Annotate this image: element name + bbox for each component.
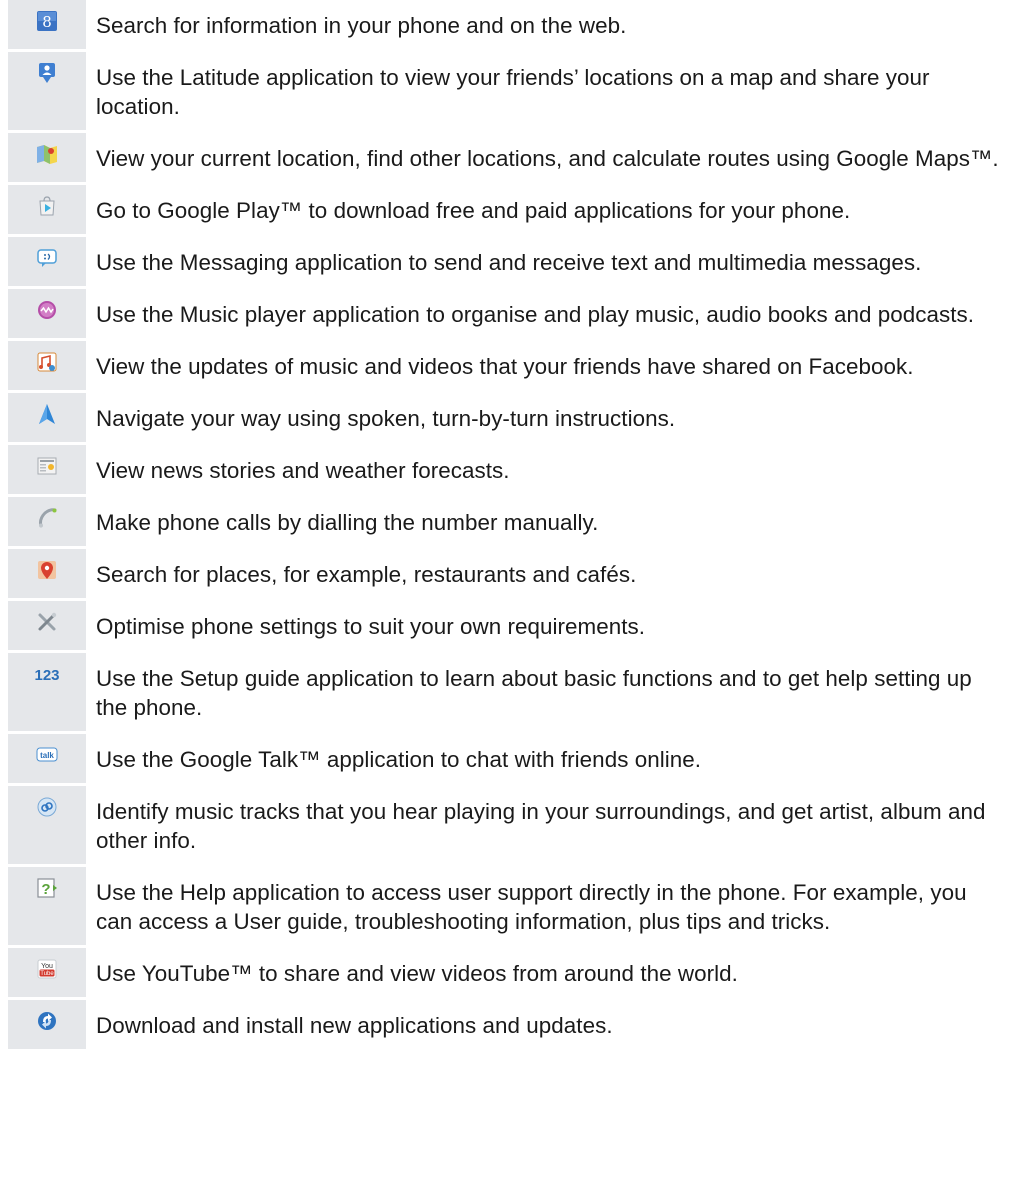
table-row: 123 Use the Setup guide application to l… xyxy=(8,653,1018,734)
icon-cell xyxy=(8,601,86,650)
icon-cell xyxy=(8,1000,86,1049)
row-description: Optimise phone settings to suit your own… xyxy=(96,614,646,639)
icon-cell xyxy=(8,786,86,864)
table-row: talk Use the Google Talk™ application to… xyxy=(8,734,1018,786)
svg-text:Tube: Tube xyxy=(40,971,54,977)
table-row: Search for places, for example, restaura… xyxy=(8,549,1018,601)
phone-icon xyxy=(39,508,57,528)
icon-cell: You Tube xyxy=(8,948,86,997)
table-row: 8 Search for information in your phone a… xyxy=(8,0,1018,52)
row-description: Use the Latitude application to view you… xyxy=(96,65,930,119)
icon-cell xyxy=(8,393,86,442)
table-row: Optimise phone settings to suit your own… xyxy=(8,601,1018,653)
table-row: Use the Messaging application to send an… xyxy=(8,237,1018,289)
icon-cell: talk xyxy=(8,734,86,783)
icon-cell: ? xyxy=(8,867,86,945)
row-description: Use the Setup guide application to learn… xyxy=(96,666,972,720)
news-weather-icon xyxy=(37,457,57,475)
row-description: Use the Google Talk™ application to chat… xyxy=(96,747,702,772)
settings-icon xyxy=(38,612,57,631)
google-search-icon: 8 xyxy=(37,11,57,31)
row-description: View your current location, find other l… xyxy=(96,146,999,171)
navigation-icon xyxy=(39,404,55,424)
table-row: Download and install new applications an… xyxy=(8,1000,1018,1052)
svg-text:123: 123 xyxy=(34,667,59,684)
row-description: Identify music tracks that you hear play… xyxy=(96,799,986,853)
table-row: View the updates of music and videos tha… xyxy=(8,341,1018,393)
update-center-icon xyxy=(38,1012,56,1030)
table-row: View your current location, find other l… xyxy=(8,133,1018,185)
row-description: Search for places, for example, restaura… xyxy=(96,562,637,587)
row-description: View the updates of music and videos tha… xyxy=(96,354,914,379)
icon-cell xyxy=(8,497,86,546)
icon-cell xyxy=(8,237,86,286)
table-row: Identify music tracks that you hear play… xyxy=(8,786,1018,867)
icon-cell: 123 xyxy=(8,653,86,731)
row-description: Use the Music player application to orga… xyxy=(96,302,975,327)
places-icon xyxy=(38,561,56,579)
icon-cell xyxy=(8,341,86,390)
icon-cell xyxy=(8,549,86,598)
table-row: You Tube Use YouTube™ to share and view … xyxy=(8,948,1018,1000)
messaging-icon xyxy=(37,249,57,267)
row-description: Go to Google Play™ to download free and … xyxy=(96,198,851,223)
icon-cell xyxy=(8,289,86,338)
youtube-icon: You Tube xyxy=(37,959,57,979)
table-row: ? Use the Help application to access use… xyxy=(8,867,1018,948)
icon-cell xyxy=(8,185,86,234)
svg-text:8: 8 xyxy=(42,13,52,31)
icon-cell xyxy=(8,445,86,494)
icon-cell xyxy=(8,133,86,182)
setup-guide-icon: 123 xyxy=(34,667,59,684)
svg-text:You: You xyxy=(41,963,53,970)
table-row: Make phone calls by dialling the number … xyxy=(8,497,1018,549)
row-description: Use the Help application to access user … xyxy=(96,880,967,934)
svg-text:talk: talk xyxy=(40,751,54,760)
friends-music-icon xyxy=(37,352,57,372)
table-row: Use the Music player application to orga… xyxy=(8,289,1018,341)
row-description: Use YouTube™ to share and view videos fr… xyxy=(96,961,738,986)
svg-text:?: ? xyxy=(41,881,50,898)
help-icon: ? xyxy=(37,878,57,898)
row-description: Search for information in your phone and… xyxy=(96,13,627,38)
play-store-icon xyxy=(39,196,55,216)
icon-cell xyxy=(8,52,86,130)
row-description: Navigate your way using spoken, turn-by-… xyxy=(96,406,676,431)
row-description: Download and install new applications an… xyxy=(96,1013,613,1038)
talk-icon: talk xyxy=(36,747,58,762)
row-description: Make phone calls by dialling the number … xyxy=(96,510,599,535)
table-row: Use the Latitude application to view you… xyxy=(8,52,1018,133)
row-description: View news stories and weather forecasts. xyxy=(96,458,510,483)
music-player-icon xyxy=(38,301,56,319)
apps-table: 8 Search for information in your phone a… xyxy=(8,0,1018,1052)
latitude-icon xyxy=(39,63,55,83)
icon-cell: 8 xyxy=(8,0,86,49)
table-row: View news stories and weather forecasts. xyxy=(8,445,1018,497)
trackid-icon xyxy=(37,797,57,817)
table-row: Go to Google Play™ to download free and … xyxy=(8,185,1018,237)
row-description: Use the Messaging application to send an… xyxy=(96,250,922,275)
maps-icon xyxy=(37,145,57,164)
table-row: Navigate your way using spoken, turn-by-… xyxy=(8,393,1018,445)
